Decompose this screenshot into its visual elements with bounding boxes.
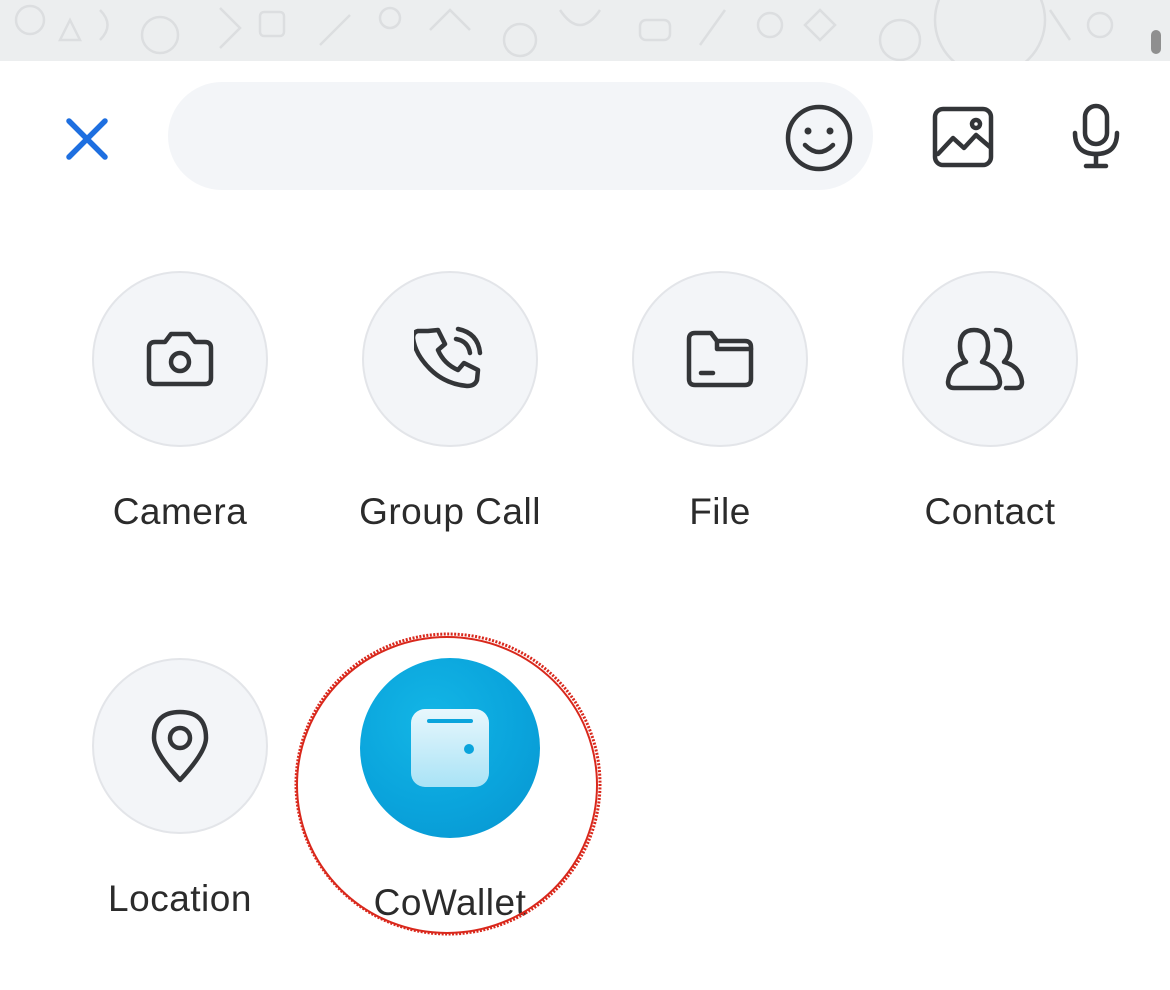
action-contact[interactable]: Contact: [870, 271, 1110, 533]
contacts-icon: [945, 327, 1025, 391]
action-label: File: [689, 491, 751, 532]
group-call-button[interactable]: [362, 271, 538, 447]
action-cowallet[interactable]: CoWallet: [330, 658, 570, 924]
contact-button[interactable]: [902, 271, 1078, 447]
chat-background: [0, 0, 1170, 61]
message-input[interactable]: [168, 82, 873, 190]
action-camera[interactable]: Camera: [60, 271, 300, 533]
action-label: Group Call: [359, 491, 541, 532]
location-button[interactable]: [92, 658, 268, 834]
action-label: Contact: [924, 491, 1056, 532]
scrollbar-thumb[interactable]: [1151, 30, 1161, 54]
action-file[interactable]: File: [600, 271, 840, 533]
action-label: Camera: [112, 491, 248, 532]
location-pin-icon: [151, 709, 209, 783]
wallet-icon: [411, 709, 489, 787]
camera-icon: [146, 331, 214, 387]
action-location[interactable]: Location: [60, 658, 300, 920]
folder-icon: [686, 330, 754, 388]
action-group-call[interactable]: Group Call: [330, 271, 570, 533]
action-label: CoWallet: [373, 882, 527, 923]
image-icon[interactable]: [928, 102, 998, 172]
camera-button[interactable]: [92, 271, 268, 447]
close-x-icon[interactable]: [60, 112, 114, 166]
microphone-icon[interactable]: [1064, 100, 1128, 172]
cowallet-button[interactable]: [360, 658, 540, 838]
smiley-icon[interactable]: [783, 102, 855, 174]
action-label: Location: [108, 878, 252, 919]
phone-call-icon: [414, 326, 483, 389]
file-button[interactable]: [632, 271, 808, 447]
